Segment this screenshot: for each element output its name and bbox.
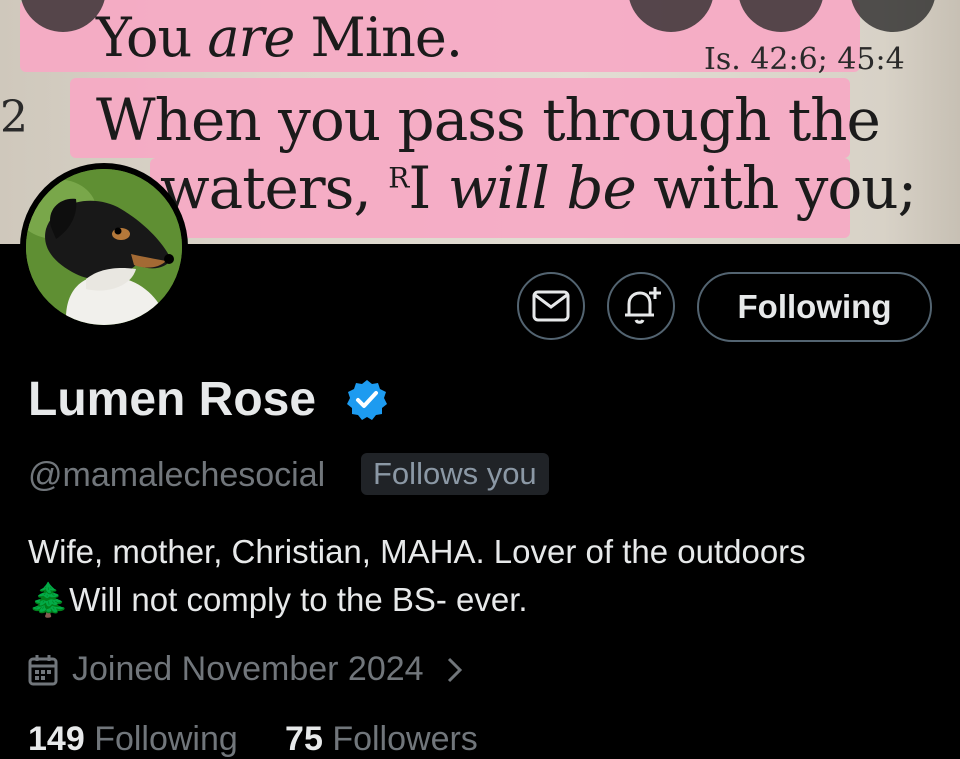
- bio-text: Will not comply to the BS- ever.: [69, 581, 528, 618]
- avatar-image: [26, 169, 182, 325]
- bio-line-2: 🌲Will not comply to the BS- ever.: [28, 576, 938, 624]
- banner-text-line-3: waters, RI will be with you;: [160, 154, 917, 222]
- bell-plus-icon: [625, 287, 661, 324]
- following-label: Following: [94, 720, 238, 758]
- followers-count: 75: [285, 720, 323, 758]
- banner-italic: are: [207, 6, 295, 69]
- banner-reference: Is. 42:6; 45:4: [704, 42, 905, 77]
- banner-text: I: [408, 154, 448, 222]
- bio: Wife, mother, Christian, MAHA. Lover of …: [28, 528, 938, 624]
- notifications-button[interactable]: [607, 272, 675, 340]
- joined-row[interactable]: Joined November 2024: [28, 650, 464, 689]
- follows-you-badge: Follows you: [361, 453, 549, 495]
- followers-label: Followers: [332, 720, 478, 758]
- envelope-icon: [532, 290, 570, 322]
- tree-emoji: 🌲: [28, 581, 70, 618]
- banner-text-line-1: You are Mine.: [96, 6, 463, 69]
- message-button[interactable]: [517, 272, 585, 340]
- avatar[interactable]: [20, 163, 188, 331]
- handle: @mamalechesocial: [28, 456, 326, 494]
- bio-line-1: Wife, mother, Christian, MAHA. Lover of …: [28, 533, 806, 570]
- joined-date: Joined November 2024: [72, 650, 424, 688]
- calendar-icon: [28, 654, 58, 685]
- banner-text: waters,: [160, 154, 389, 222]
- display-name: Lumen Rose: [28, 373, 317, 426]
- verified-badge-icon[interactable]: [345, 378, 389, 422]
- following-link[interactable]: 149 Following: [28, 720, 238, 758]
- banner-superscript: R: [388, 161, 409, 195]
- dog-photo: [26, 169, 182, 325]
- chevron-right-icon: [447, 657, 462, 682]
- following-button[interactable]: Following: [697, 272, 932, 342]
- banner-text-line-2: When you pass through the: [96, 86, 881, 154]
- followers-link[interactable]: 75 Followers: [285, 720, 478, 758]
- following-count: 149: [28, 720, 85, 758]
- follow-stats: 149 Following 75 Followers: [28, 720, 478, 759]
- banner-text: with you;: [635, 154, 917, 222]
- banner-verse-number: 2: [0, 92, 28, 143]
- banner-italic: will be: [447, 154, 637, 222]
